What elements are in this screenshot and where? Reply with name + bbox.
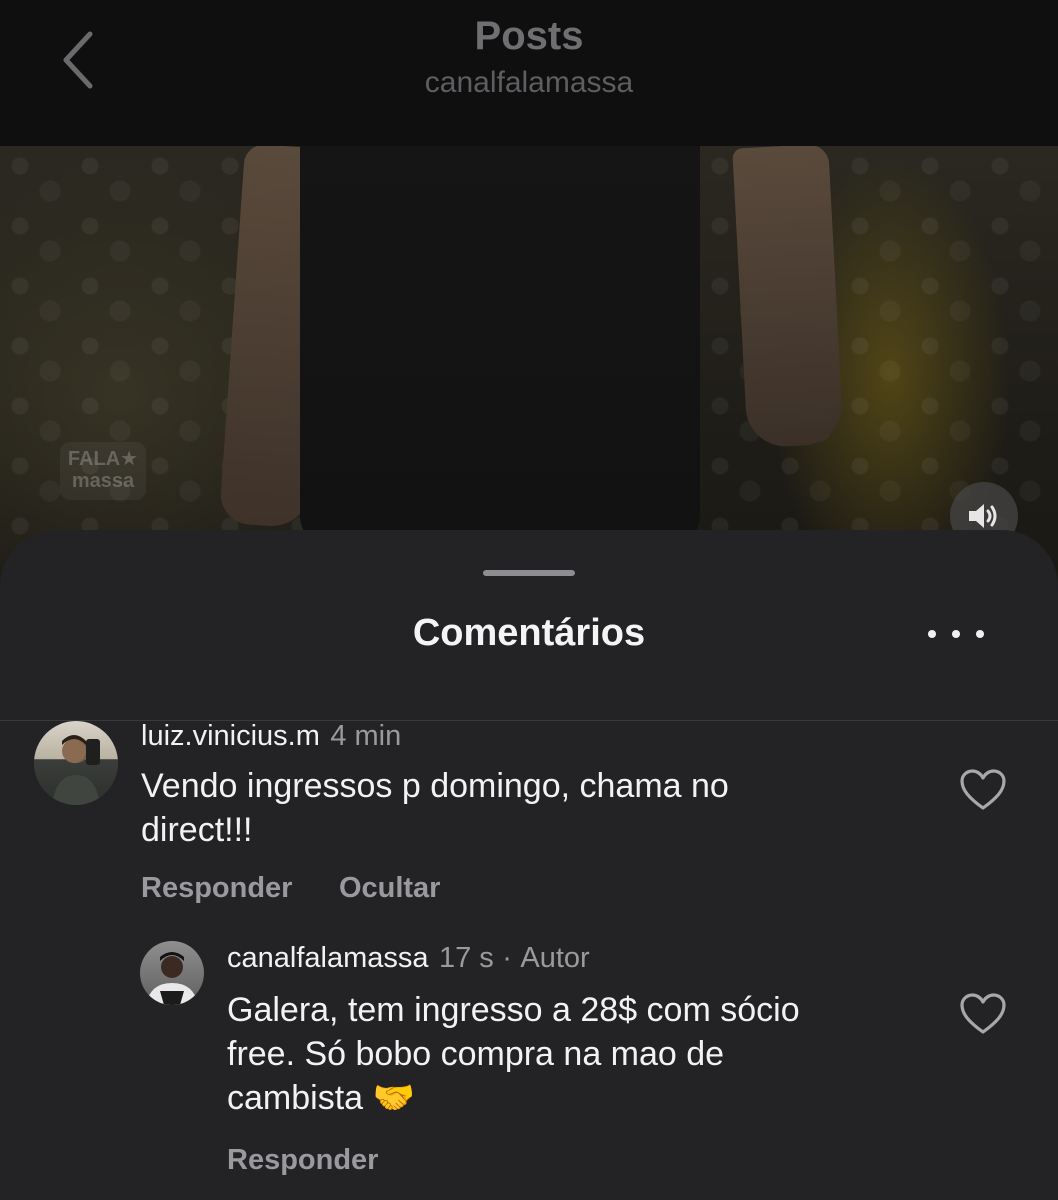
comment-text: Vendo ingressos p domingo, chama no dire… bbox=[141, 764, 921, 852]
reply-text-line: free. Só bobo compra na mao de bbox=[227, 1035, 725, 1073]
author-badge: Autor bbox=[520, 942, 590, 974]
reply-button[interactable]: Responder bbox=[141, 872, 292, 904]
comment-time: 4 min bbox=[330, 720, 402, 752]
watermark-text-top: FALA★ bbox=[67, 448, 139, 470]
ellipsis-icon-dot bbox=[952, 630, 960, 638]
avatar[interactable] bbox=[140, 941, 204, 1005]
reply-item: canalfalamassa 17 s · Autor Galera, tem … bbox=[227, 942, 947, 1177]
comments-sheet: Comentários luiz.vinicius.m 4 min Vendo … bbox=[0, 530, 1058, 1200]
comment-text-line: direct!!! bbox=[141, 811, 253, 849]
reply-username[interactable]: canalfalamassa bbox=[227, 942, 429, 974]
comment-username[interactable]: luiz.vinicius.m bbox=[141, 720, 320, 752]
page-title: Posts bbox=[474, 14, 584, 58]
sheet-drag-handle[interactable] bbox=[483, 570, 575, 576]
avatar[interactable] bbox=[34, 721, 118, 805]
comment-item: luiz.vinicius.m 4 min Vendo ingressos p … bbox=[141, 720, 921, 905]
heart-icon bbox=[960, 993, 1006, 1034]
avatar-photo bbox=[146, 952, 198, 1005]
like-button[interactable] bbox=[959, 768, 1007, 812]
speaker-icon bbox=[969, 504, 997, 528]
like-button[interactable] bbox=[959, 992, 1007, 1036]
sheet-title: Comentários bbox=[412, 612, 646, 654]
reply-text-line: cambista 🤝 bbox=[227, 1076, 947, 1120]
channel-watermark-logo: FALA★ massa bbox=[60, 442, 146, 500]
reply-time: 17 s bbox=[438, 942, 494, 974]
reply-text-last: cambista bbox=[227, 1079, 364, 1117]
person-torso bbox=[300, 146, 700, 546]
header-bar: Posts canalfalamassa bbox=[0, 0, 1058, 146]
ellipsis-icon-dot bbox=[976, 630, 984, 638]
reply-text-line: Galera, tem ingresso a 28$ com sócio bbox=[227, 991, 800, 1029]
page-subtitle-username[interactable]: canalfalamassa bbox=[0, 66, 1058, 100]
person-right-arm bbox=[732, 146, 844, 449]
comment-text-line: Vendo ingressos p domingo, chama no bbox=[141, 767, 729, 805]
heart-icon bbox=[960, 769, 1006, 810]
watermark-text-bottom: massa bbox=[71, 470, 135, 492]
reply-button[interactable]: Responder bbox=[227, 1144, 378, 1176]
meta-separator: · bbox=[502, 942, 512, 974]
avatar-photo bbox=[52, 735, 100, 805]
more-options-button[interactable] bbox=[928, 622, 984, 646]
handshake-emoji: 🤝 bbox=[372, 1079, 415, 1117]
reply-text: Galera, tem ingresso a 28$ com sócio fre… bbox=[227, 988, 947, 1120]
ellipsis-icon-dot bbox=[928, 630, 936, 638]
hide-button[interactable]: Ocultar bbox=[339, 872, 441, 904]
